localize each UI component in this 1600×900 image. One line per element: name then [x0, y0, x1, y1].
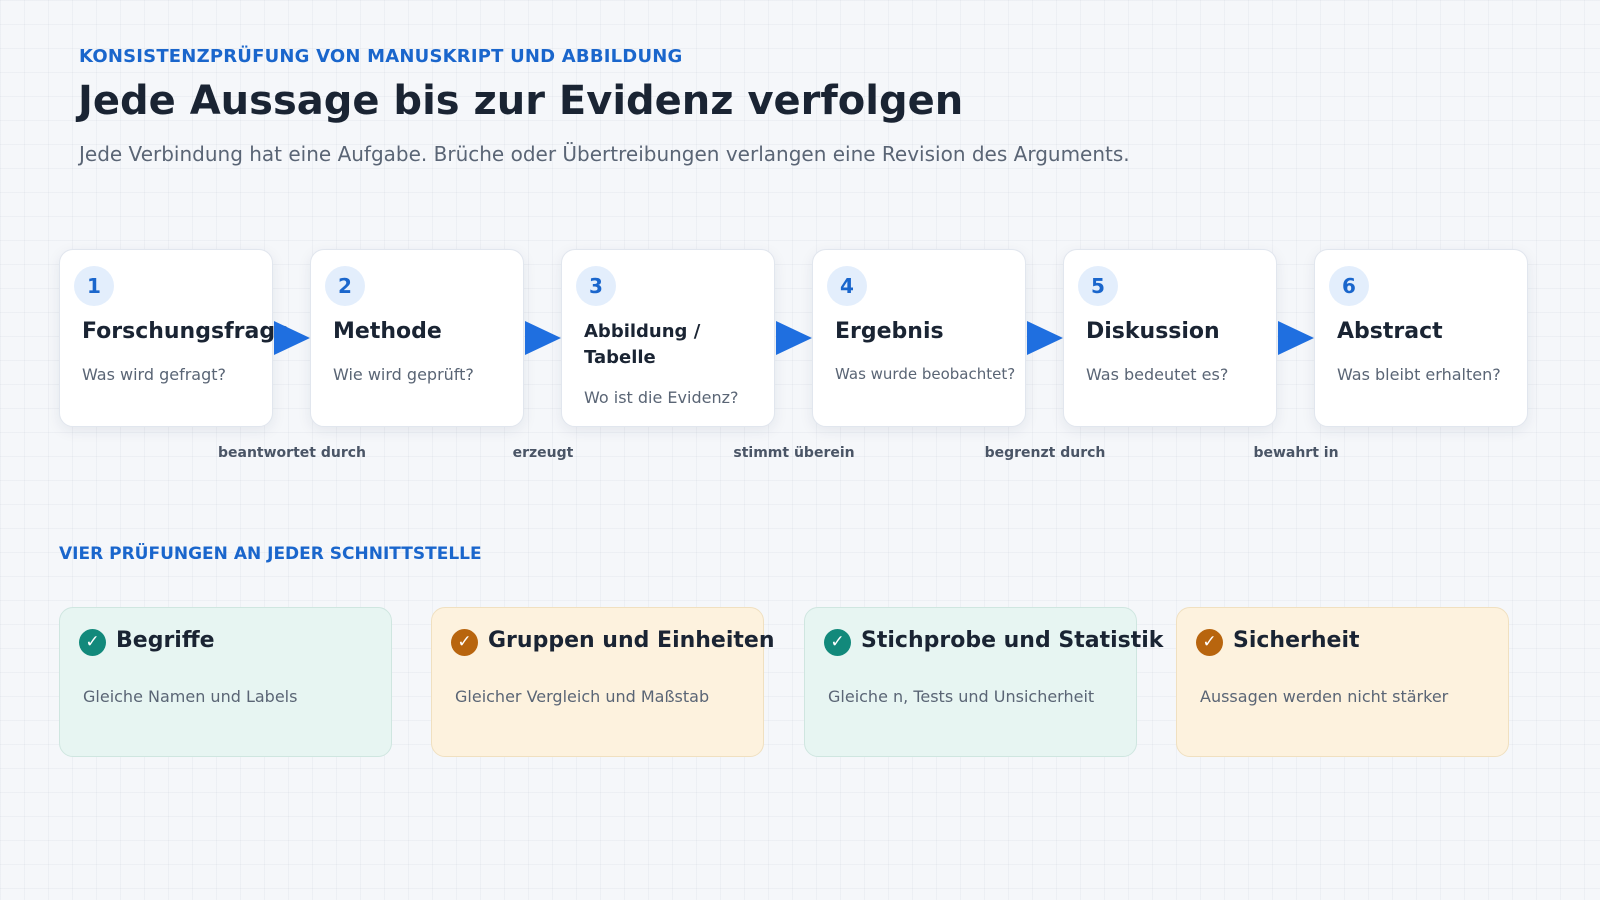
check-circle-icon: ✓ — [79, 629, 106, 656]
step-title: Methode — [333, 319, 442, 344]
check-description: Aussagen werden nicht stärker — [1200, 687, 1449, 706]
page-subtitle: Jede Verbindung hat eine Aufgabe. Brüche… — [79, 142, 1130, 166]
step-question: Was bedeutet es? — [1086, 365, 1229, 384]
step-number-badge: 3 — [576, 266, 616, 306]
check-card-certainty: ✓ Sicherheit Aussagen werden nicht stärk… — [1176, 607, 1509, 757]
check-card-terms: ✓ Begriffe Gleiche Namen und Labels — [59, 607, 392, 757]
step-title: Ergebnis — [835, 319, 944, 344]
step-number-badge: 6 — [1329, 266, 1369, 306]
step-title: Abbildung / Tabelle — [584, 321, 701, 368]
step-number-badge: 5 — [1078, 266, 1118, 306]
connector-label: stimmt überein — [733, 445, 855, 461]
step-question: Was wurde beobachtet? — [835, 365, 1016, 383]
step-number-badge: 2 — [325, 266, 365, 306]
step-card-research-question: 1 Forschungsfrage Was wird gefragt? — [59, 249, 291, 427]
flow-arrow-icon — [525, 321, 561, 355]
check-description: Gleiche n, Tests und Unsicherheit — [828, 687, 1095, 706]
check-circle-icon: ✓ — [1196, 629, 1223, 656]
step-question: Was bleibt erhalten? — [1337, 365, 1501, 384]
check-circle-icon: ✓ — [824, 629, 851, 656]
check-description: Gleicher Vergleich und Maßstab — [455, 687, 710, 706]
flow-arrow-icon — [1027, 321, 1063, 355]
check-title: Gruppen und Einheiten — [488, 628, 775, 653]
eyebrow-label: KONSISTENZPRÜFUNG VON MANUSKRIPT UND ABB… — [79, 46, 683, 67]
step-title: Diskussion — [1086, 319, 1220, 344]
page-title: Jede Aussage bis zur Evidenz verfolgen — [78, 78, 964, 124]
step-card-method: 2 Methode Wie wird geprüft? — [310, 249, 524, 427]
connector-label: begrenzt durch — [984, 445, 1106, 461]
step-card-abstract: 6 Abstract Was bleibt erhalten? — [1314, 249, 1528, 427]
check-title: Stichprobe und Statistik — [861, 628, 1164, 653]
check-circle-icon: ✓ — [451, 629, 478, 656]
section-label: VIER PRÜFUNGEN AN JEDER SCHNITTSTELLE — [59, 544, 482, 564]
step-title: Forschungsfrage — [82, 319, 291, 344]
step-question: Wo ist die Evidenz? — [584, 388, 739, 407]
check-card-groups-units: ✓ Gruppen und Einheiten Gleicher Verglei… — [431, 607, 775, 757]
step-question: Was wird gefragt? — [82, 365, 227, 384]
check-description: Gleiche Namen und Labels — [83, 687, 298, 706]
step-title: Abstract — [1337, 319, 1443, 344]
connector-label: bewahrt in — [1253, 445, 1339, 461]
step-number-badge: 1 — [74, 266, 114, 306]
step-question: Wie wird geprüft? — [333, 365, 474, 384]
flow-arrow-icon — [1278, 321, 1314, 355]
check-title: Begriffe — [116, 628, 215, 653]
check-title: Sicherheit — [1233, 628, 1360, 653]
step-number-badge: 4 — [827, 266, 867, 306]
connector-label: beantwortet durch — [218, 445, 366, 461]
flow-arrow-icon — [776, 321, 812, 355]
step-card-figure-table: 3 Abbildung / Tabelle Wo ist die Evidenz… — [561, 249, 775, 427]
flow-arrow-icon — [274, 321, 310, 355]
step-card-result: 4 Ergebnis Was wurde beobachtet? — [812, 249, 1026, 427]
connector-label: erzeugt — [512, 445, 574, 461]
step-card-discussion: 5 Diskussion Was bedeutet es? — [1063, 249, 1277, 427]
check-card-sample-statistics: ✓ Stichprobe und Statistik Gleiche n, Te… — [804, 607, 1163, 757]
